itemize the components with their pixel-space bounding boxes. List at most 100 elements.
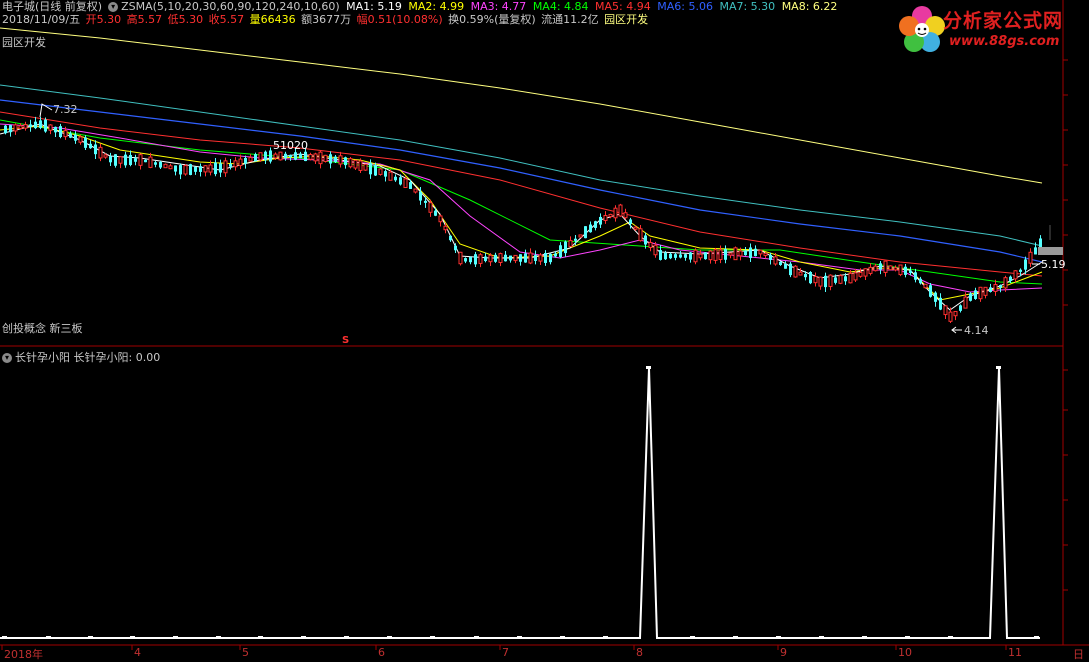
candle-body (538, 254, 543, 262)
quote-close: 收5.57 (208, 13, 245, 26)
candle-body (584, 226, 587, 239)
last-price-marker (1038, 247, 1063, 255)
candle-body (909, 270, 912, 274)
candle-body (578, 234, 583, 238)
candle-body (818, 276, 823, 287)
quote-date: 2018/11/09/五 (2, 13, 81, 26)
candle-body (174, 165, 177, 172)
x-axis-label-jun: 6 (378, 646, 385, 659)
indicator-name[interactable]: 长针孕小阳 (15, 351, 70, 364)
logo-url[interactable]: www.88gs.com (949, 34, 1059, 49)
candle-body (258, 152, 263, 161)
candle-body (708, 250, 713, 261)
ma6-value: MA6: 5.06 (657, 0, 713, 13)
candle-body (608, 213, 613, 218)
candle-body (969, 293, 972, 301)
quote-low: 低5.30 (167, 13, 204, 26)
candle-body (84, 137, 87, 148)
candle-body (338, 155, 343, 165)
candle-body (638, 228, 643, 242)
candle-body (469, 256, 472, 263)
candle-body (454, 245, 457, 251)
ma7-line (0, 84, 1043, 247)
quote-open: 开5.30 (85, 13, 122, 26)
candle-body (443, 225, 448, 231)
candlestick-chart[interactable] (0, 0, 1089, 661)
candle-body (103, 154, 108, 158)
candle-body (728, 252, 733, 256)
indicator-line (0, 367, 1040, 639)
candle-body (939, 297, 942, 310)
chevron-down-icon[interactable]: ▾ (2, 353, 12, 363)
x-axis-label-nov: 11 (1008, 646, 1022, 659)
candle-body (13, 124, 18, 132)
candle-body (679, 254, 682, 258)
candle-body (168, 165, 173, 170)
candle-body (219, 163, 222, 173)
candle-body (48, 124, 53, 131)
candle-body (464, 258, 467, 262)
candle-body (993, 284, 998, 292)
candle-body (888, 265, 893, 271)
candle-body (983, 286, 988, 296)
candle-body (313, 153, 318, 162)
candle-body (948, 311, 953, 322)
candle-body (374, 164, 377, 176)
candle-body (953, 310, 958, 317)
candle-body (524, 253, 527, 263)
candle-body (623, 212, 628, 219)
candle-body (633, 226, 638, 230)
candle-body (659, 250, 662, 260)
candle-body (44, 119, 47, 132)
candle-body (39, 120, 42, 128)
sector-label: 园区开发 (2, 36, 46, 49)
candle-body (273, 153, 278, 159)
candle-body (804, 274, 807, 278)
high-point-label: 7.32 (53, 103, 78, 116)
candle-body (304, 151, 307, 162)
candle-body (458, 251, 463, 265)
period-day-button[interactable]: 日 (1073, 646, 1084, 662)
candle-body (488, 254, 493, 263)
ma8-value: MA8: 6.22 (781, 0, 838, 13)
low-point-label: 4.14 (964, 324, 989, 337)
candle-body (199, 166, 202, 172)
last-price-label: 5.19 (1041, 258, 1066, 271)
candle-body (798, 271, 803, 276)
ma3-value: MA3: 4.77 (470, 0, 527, 13)
candle-body (978, 286, 983, 300)
candle-body (233, 160, 238, 168)
candle-body (738, 250, 743, 257)
x-axis-label-jul: 7 (502, 646, 509, 659)
chevron-down-icon[interactable]: ▾ (108, 2, 119, 12)
candle-body (549, 253, 552, 263)
candle-body (733, 247, 738, 261)
candle-body (834, 277, 837, 283)
candle-body (589, 224, 592, 233)
ma4-value: MA4: 4.84 (532, 0, 589, 13)
stock-name[interactable]: 电子城(日线 前复权) (2, 0, 102, 13)
candle-body (873, 265, 878, 272)
candle-body (838, 275, 843, 284)
candle-body (959, 305, 962, 311)
candle-body (779, 261, 782, 266)
candle-body (4, 125, 7, 134)
candle-body (388, 171, 393, 181)
candle-body (828, 274, 833, 287)
candle-body (78, 136, 83, 143)
quote-amount: 额3677万 (301, 13, 352, 26)
candle-body (18, 125, 23, 130)
candle-body (403, 178, 408, 189)
candle-body (244, 157, 247, 164)
candle-body (784, 264, 787, 269)
candle-body (999, 284, 1002, 288)
candle-body (214, 162, 217, 175)
candle-body (269, 150, 272, 162)
formula-name[interactable]: ZSMA(5,10,20,30,60,90,120,240,10,60) (121, 0, 340, 13)
candle-body (353, 159, 358, 169)
candle-body (369, 163, 372, 175)
candle-body (1034, 247, 1037, 255)
candle-body (289, 154, 292, 158)
candle-body (114, 154, 117, 166)
candle-body (669, 253, 672, 259)
